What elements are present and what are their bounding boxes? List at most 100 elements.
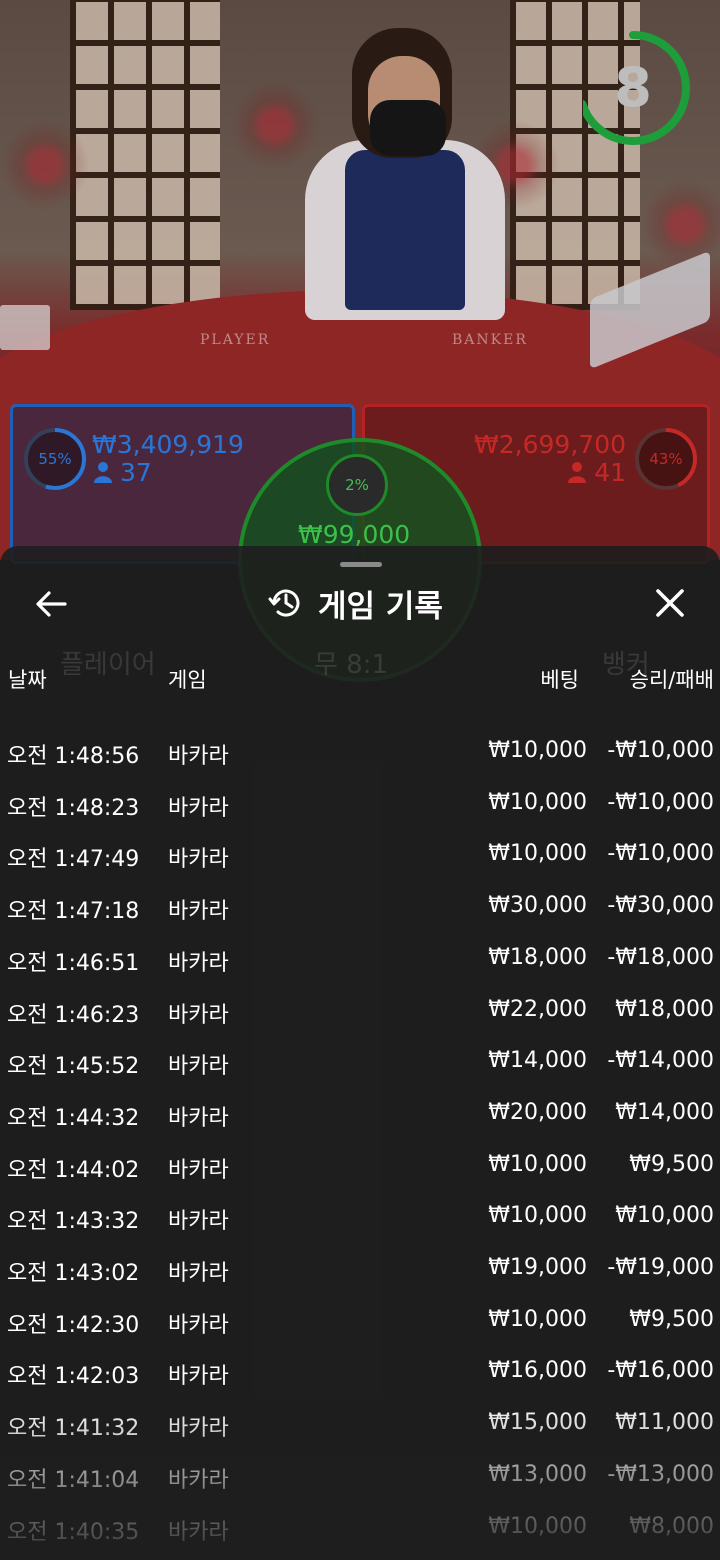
row-result: -₩10,000 [607,841,714,867]
row-bet: ₩22,000 [488,996,587,1022]
history-row[interactable]: 오전 1:44:02 바카라 ₩10,000 ₩9,500 [0,1140,720,1192]
player-percent-ring: 55% [22,426,88,492]
row-result: -₩13,000 [607,1461,714,1487]
banker-bettor-count-value: 41 [594,458,626,487]
row-game: 바카라 [168,847,229,873]
row-game: 바카라 [168,1416,229,1442]
row-result: ₩11,000 [615,1410,714,1436]
row-time: 오전 1:43:32 [7,1209,140,1235]
row-bet: ₩15,000 [488,1410,587,1436]
back-button[interactable] [26,580,76,628]
row-time: 오전 1:43:02 [7,1261,140,1286]
row-result: ₩9,500 [629,1306,714,1332]
history-row[interactable]: 오전 1:46:23 바카라 ₩22,000 ₩18,000 [0,985,720,1037]
history-row[interactable]: 오전 1:42:30 바카라 ₩10,000 ₩9,500 [0,1295,720,1347]
row-game: 바카라 [168,1364,229,1390]
row-game: 바카라 [168,1105,229,1131]
background-player-area: 플레이어 [60,650,156,680]
history-row[interactable]: 오전 1:43:02 바카라 ₩19,000 -₩19,000 [0,1243,720,1295]
row-bet: ₩10,000 [488,841,587,867]
history-row[interactable]: 오전 1:43:32 바카라 ₩10,000 ₩10,000 [0,1191,720,1243]
row-time: 오전 1:44:02 [7,1157,140,1183]
row-time: 오전 1:47:49 [7,847,140,873]
history-icon [268,589,300,617]
history-row[interactable]: 오전 1:48:56 바카라 ₩10,000 -₩10,000 [0,726,720,778]
column-header-game: 게임 [168,668,207,692]
column-header-win-loss: 승리/패배 [629,668,714,692]
row-result: ₩14,000 [615,1099,714,1125]
back-arrow-icon [36,591,67,617]
row-time: 오전 1:46:23 [7,1002,140,1028]
decorative-screen-left [70,0,220,310]
row-bet: ₩16,000 [488,1358,587,1384]
row-bet: ₩20,000 [488,1099,587,1125]
row-bet: ₩10,000 [488,789,587,815]
banker-bet-amount: ₩2,699,700 [474,430,626,459]
row-game: 바카라 [168,1002,229,1028]
row-result: ₩18,000 [615,996,714,1022]
row-result: -₩10,000 [607,789,714,815]
history-row[interactable]: 오전 1:40:35 바카라 ₩10,000 ₩8,000 [0,1502,720,1554]
dealer-vest [345,150,465,310]
history-row[interactable]: 오전 1:44:32 바카라 ₩20,000 ₩14,000 [0,1088,720,1140]
player-bettor-count-value: 37 [119,458,152,487]
row-bet: ₩19,000 [488,1255,587,1280]
row-result: ₩10,000 [615,1203,714,1229]
row-game: 바카라 [168,744,229,769]
banker-percent: 43% [649,450,683,468]
history-row[interactable]: 오전 1:47:18 바카라 ₩30,000 -₩30,000 [0,881,720,933]
user-icon [94,462,112,483]
row-bet: ₩10,000 [488,738,587,763]
column-header-bet: 베팅 [540,668,579,692]
blossom-decoration [0,120,90,210]
history-row[interactable]: 오전 1:46:51 바카라 ₩18,000 -₩18,000 [0,933,720,985]
row-time: 오전 1:41:04 [7,1467,140,1493]
row-result: -₩18,000 [607,944,714,970]
row-bet: ₩13,000 [488,1461,587,1487]
row-result: ₩9,500 [629,1151,714,1177]
row-bet: ₩10,000 [488,1151,587,1177]
panel-drag-handle[interactable] [340,562,382,567]
row-result: -₩16,000 [607,1358,714,1384]
tie-bet-amount: ₩99,000 [298,520,411,549]
history-row[interactable]: 오전 1:42:03 바카라 ₩16,000 -₩16,000 [0,1346,720,1398]
history-row[interactable]: 오전 1:41:32 바카라 ₩15,000 ₩11,000 [0,1398,720,1450]
row-result: -₩19,000 [607,1255,714,1280]
row-bet: ₩18,000 [488,944,587,970]
row-bet: ₩10,000 [488,1513,587,1539]
history-row[interactable]: 오전 1:47:49 바카라 ₩10,000 -₩10,000 [0,829,720,881]
row-game: 바카라 [168,1312,229,1338]
row-game: 바카라 [168,1054,229,1080]
column-header-date: 날짜 [8,668,47,692]
history-row[interactable]: 오전 1:45:52 바카라 ₩14,000 -₩14,000 [0,1036,720,1088]
user-icon [568,462,587,483]
row-game: 바카라 [168,1157,229,1183]
row-time: 오전 1:40:35 [7,1519,140,1545]
row-result: -₩10,000 [607,738,714,763]
row-game: 바카라 [168,1467,229,1493]
history-row[interactable]: 오전 1:41:04 바카라 ₩13,000 -₩13,000 [0,1450,720,1502]
panel-header: 게임 기록 [268,578,443,628]
row-game: 바카라 [168,899,229,925]
row-game: 바카라 [168,950,229,976]
row-bet: ₩10,000 [488,1203,587,1229]
row-result: -₩14,000 [607,1048,714,1074]
row-time: 오전 1:47:18 [7,899,140,925]
table-label-player: PLAYER [200,332,271,348]
row-time: 오전 1:45:52 [7,1054,140,1080]
player-percent: 55% [38,450,72,468]
row-bet: ₩30,000 [488,893,587,919]
row-game: 바카라 [168,1209,229,1235]
player-bettor-count: 37 [94,458,152,487]
history-row[interactable]: 오전 1:48:23 바카라 ₩10,000 -₩10,000 [0,778,720,830]
player-bet-amount: ₩3,409,919 [92,430,244,459]
row-game: 바카라 [168,1261,229,1286]
timer-value: 8 [614,56,652,119]
dealer-mask [370,100,446,156]
close-button[interactable] [645,578,695,628]
row-time: 오전 1:41:32 [7,1416,140,1442]
row-bet: ₩10,000 [488,1306,587,1332]
blossom-decoration [230,80,320,170]
banker-bettor-count: 41 [568,458,626,487]
row-bet: ₩14,000 [488,1048,587,1074]
